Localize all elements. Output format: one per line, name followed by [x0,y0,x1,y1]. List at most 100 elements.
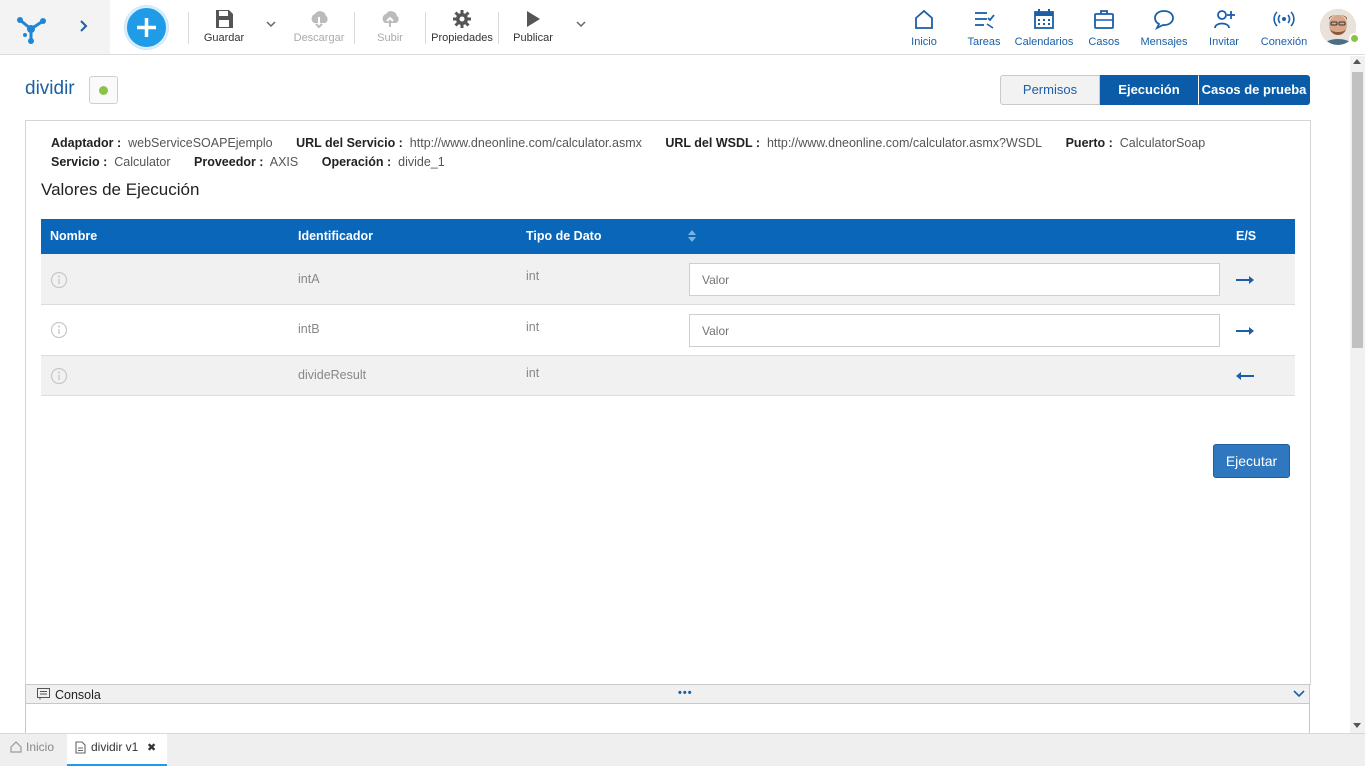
app-logo-icon[interactable] [14,10,48,44]
cloud-upload-icon [382,11,399,27]
broadcast-icon [1273,11,1295,27]
chevron-down-icon[interactable] [265,18,277,30]
nav-messages-label: Mensajes [1140,36,1188,48]
nav-calendars[interactable]: Calendarios [1013,8,1075,48]
nav-connection-label: Conexión [1260,36,1308,48]
plus-icon [137,18,156,37]
tab-execution[interactable]: Ejecución [1100,75,1198,105]
page-title: dividir [25,78,75,99]
provider-value: AXIS [269,155,299,169]
status-indicator[interactable] [89,76,118,104]
scroll-up-arrow[interactable] [1353,59,1361,64]
column-header-name: Nombre [50,229,98,243]
download-button[interactable]: Descargar [292,8,346,48]
console-resize-handle[interactable]: ••• [678,687,693,699]
chevron-down-icon[interactable] [1293,688,1305,700]
home-icon [10,741,22,753]
service-label: Servicio : [51,155,108,169]
nav-connection[interactable]: Conexión [1258,8,1310,48]
upload-button[interactable]: Subir [370,8,410,48]
row-identifier: intB [298,322,320,336]
info-icon[interactable] [50,321,68,339]
info-icon[interactable] [50,271,68,289]
logo-area [0,0,110,54]
column-header-identifier: Identificador [298,229,374,243]
arrow-left-icon [1236,372,1254,380]
bottom-tab-bar: Inicio dividir v1 ✖ [0,733,1365,766]
operation-label: Operación : [321,155,392,169]
execution-panel: Adaptador : webServiceSOAPEjemplo URL de… [25,120,1311,685]
tab-permissions[interactable]: Permisos [1000,75,1100,105]
add-button[interactable] [125,6,168,49]
arrow-right-icon [1236,327,1254,335]
nav-invite-label: Invitar [1209,36,1239,48]
console-panel: Consola ••• [25,684,1310,734]
gear-icon [453,10,471,28]
scrollbar-thumb[interactable] [1352,72,1363,348]
bottom-tab-document[interactable]: dividir v1 ✖ [67,734,167,766]
console-icon [37,688,50,700]
bottom-tab-home[interactable]: Inicio [0,734,66,766]
nav-messages[interactable]: Mensajes [1138,8,1190,48]
nav-cases[interactable]: Casos [1084,8,1124,48]
port-label: Puerto : [1065,136,1113,150]
toolbar-divider [498,12,499,44]
nav-tasks-label: Tareas [967,36,1001,48]
nav-home[interactable]: Inicio [904,8,944,48]
row-type: int [526,269,540,283]
nav-invite[interactable]: Invitar [1204,8,1244,48]
view-tabs: Permisos Ejecución Casos de prueba [1000,75,1310,105]
service-url-label: URL del Servicio : [296,136,403,150]
provider-label: Proveedor : [194,155,264,169]
nav-home-label: Inicio [911,36,937,48]
close-tab-icon[interactable]: ✖ [147,735,156,762]
add-user-icon [1214,10,1235,29]
info-icon[interactable] [50,367,68,385]
cloud-download-icon [311,11,328,29]
table-header: Nombre Identificador Tipo de Dato E/S [41,219,1295,254]
sort-icon[interactable] [688,230,696,242]
execute-button[interactable]: Ejecutar [1213,444,1290,478]
value-input-inta[interactable] [689,263,1220,296]
floppy-disk-icon [216,10,233,28]
wsdl-url-value: http://www.dneonline.com/calculator.asmx… [766,136,1043,150]
value-input-intb[interactable] [689,314,1220,347]
row-type: int [526,366,540,380]
console-label: Consola [55,688,101,702]
status-dot [99,86,108,95]
tab-test-cases[interactable]: Casos de prueba [1198,75,1310,105]
operation-value: divide_1 [398,155,445,169]
row-identifier: intA [298,272,320,286]
chevron-right-icon[interactable] [76,14,92,38]
adapter-value: webServiceSOAPEjemplo [128,136,273,150]
scroll-down-arrow[interactable] [1353,723,1361,728]
publish-button[interactable]: Publicar [508,8,558,48]
home-icon [915,9,933,29]
service-meta-line-2: Servicio : Calculator Proveedor : AXIS O… [51,155,465,169]
row-identifier: divideResult [298,368,367,382]
top-toolbar: Guardar Descargar Subir Propiedades Publ… [0,0,1365,55]
table-row: intB int [41,305,1295,356]
table-row: divideResult int [41,356,1295,396]
port-value: CalculatorSoap [1119,136,1206,150]
console-header[interactable]: Consola ••• [26,685,1309,704]
publish-label: Publicar [513,32,553,44]
briefcase-icon [1094,10,1114,29]
execution-values-table: Nombre Identificador Tipo de Dato E/S in… [41,219,1295,396]
section-title: Valores de Ejecución [41,180,200,199]
row-type: int [526,320,540,334]
play-icon [527,11,540,27]
bottom-tab-home-label: Inicio [26,740,55,754]
toolbar-divider [354,12,355,44]
tasks-icon [975,12,995,29]
arrow-right-icon [1236,276,1254,284]
service-url-value: http://www.dneonline.com/calculator.asmx [409,136,642,150]
chevron-down-icon[interactable] [575,18,587,30]
properties-button[interactable]: Propiedades [430,8,494,48]
service-value: Calculator [114,155,171,169]
download-label: Descargar [293,32,345,44]
nav-tasks[interactable]: Tareas [963,8,1005,48]
vertical-scrollbar[interactable] [1350,56,1365,734]
online-status-dot [1349,33,1360,44]
save-button[interactable]: Guardar [200,8,248,48]
